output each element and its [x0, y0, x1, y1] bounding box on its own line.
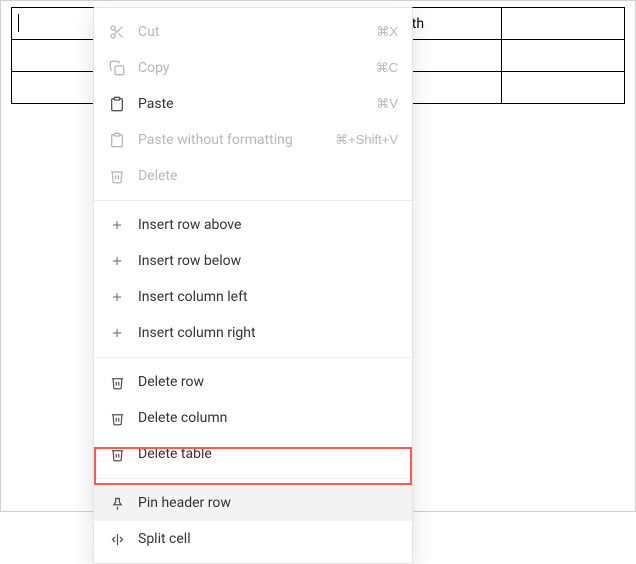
menu-pin-header-row[interactable]: Pin header row: [94, 485, 412, 521]
menu-shortcut: ⌘V: [376, 96, 398, 112]
trash-icon: [108, 373, 126, 391]
menu-insert-row-below[interactable]: Insert row below: [94, 243, 412, 279]
menu-label: Insert row below: [138, 253, 398, 269]
table-cell[interactable]: [502, 72, 625, 104]
menu-insert-column-right[interactable]: Insert column right: [94, 315, 412, 351]
copy-icon: [108, 59, 126, 77]
menu-separator: [94, 478, 412, 479]
menu-paste[interactable]: Paste ⌘V: [94, 86, 412, 122]
pin-icon: [108, 494, 126, 512]
menu-delete-column[interactable]: Delete column: [94, 400, 412, 436]
clipboard-icon: [108, 131, 126, 149]
context-menu: Cut ⌘X Copy ⌘C Paste ⌘V Paste without fo…: [93, 7, 413, 564]
menu-shortcut: ⌘X: [376, 24, 398, 40]
table-cell[interactable]: [502, 40, 625, 72]
menu-label: Insert row above: [138, 217, 398, 233]
menu-split-cell[interactable]: Split cell: [94, 521, 412, 557]
menu-copy[interactable]: Copy ⌘C: [94, 50, 412, 86]
menu-label: Insert column left: [138, 289, 398, 305]
menu-label: Delete table: [138, 446, 398, 462]
trash-icon: [108, 167, 126, 185]
menu-label: Split cell: [138, 531, 398, 547]
menu-label: Paste without formatting: [138, 132, 335, 148]
menu-shortcut: ⌘+Shift+V: [335, 132, 398, 148]
menu-label: Insert column right: [138, 325, 398, 341]
menu-paste-without-formatting[interactable]: Paste without formatting ⌘+Shift+V: [94, 122, 412, 158]
scissors-icon: [108, 23, 126, 41]
menu-label: Pin header row: [138, 495, 398, 511]
plus-icon: [108, 288, 126, 306]
menu-label: Delete row: [138, 374, 398, 390]
menu-insert-row-above[interactable]: Insert row above: [94, 207, 412, 243]
trash-icon: [108, 445, 126, 463]
menu-label: Delete: [138, 168, 398, 184]
menu-delete-table[interactable]: Delete table: [94, 436, 412, 472]
trash-icon: [108, 409, 126, 427]
split-icon: [108, 530, 126, 548]
menu-delete-row[interactable]: Delete row: [94, 364, 412, 400]
menu-label: Delete column: [138, 410, 398, 426]
menu-separator: [94, 200, 412, 201]
plus-icon: [108, 216, 126, 234]
menu-shortcut: ⌘C: [376, 60, 398, 76]
app-frame: South Cut ⌘X: [0, 0, 636, 512]
menu-insert-column-left[interactable]: Insert column left: [94, 279, 412, 315]
menu-separator: [94, 357, 412, 358]
menu-label: Cut: [138, 24, 376, 40]
plus-icon: [108, 324, 126, 342]
table-cell[interactable]: [502, 8, 625, 40]
menu-delete[interactable]: Delete: [94, 158, 412, 194]
menu-cut[interactable]: Cut ⌘X: [94, 14, 412, 50]
plus-icon: [108, 252, 126, 270]
menu-label: Copy: [138, 60, 376, 76]
clipboard-icon: [108, 95, 126, 113]
menu-label: Paste: [138, 96, 376, 112]
